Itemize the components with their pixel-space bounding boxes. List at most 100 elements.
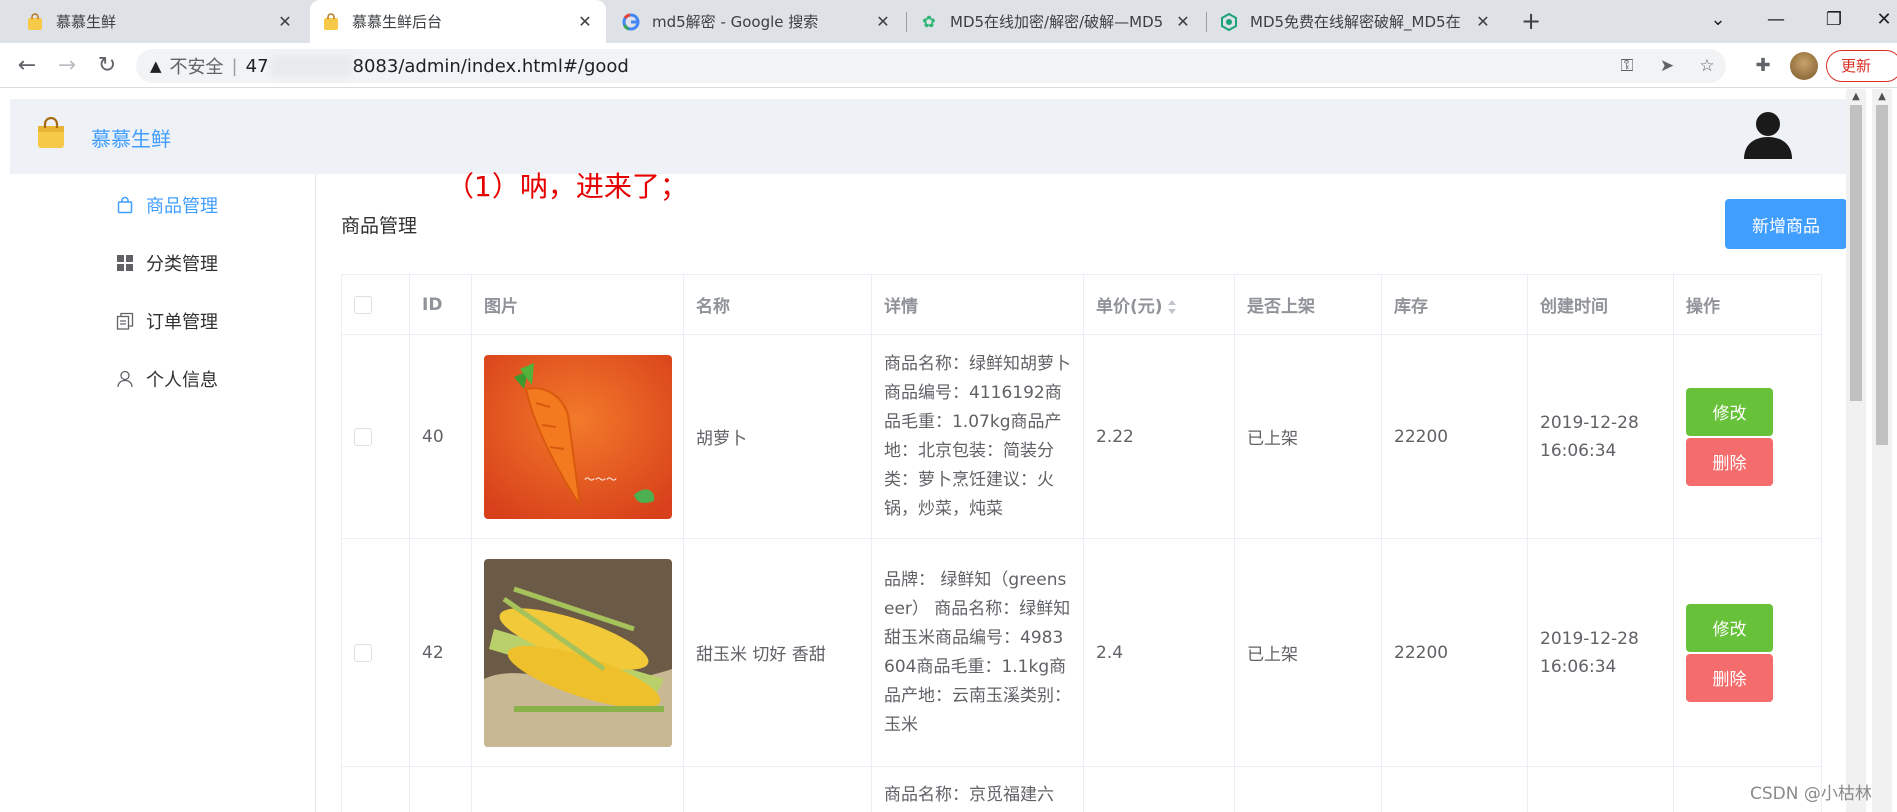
column-header: 详情 [871,274,1084,335]
table-row: 商品名称：京觅福建六 [341,766,1822,812]
tab-md5-free[interactable]: MD5免费在线解密破解_MD5在 ✕ [1208,0,1504,43]
actions-cell: 修改 删除 [1673,538,1822,767]
select-all-checkbox[interactable] [354,295,372,314]
page-scrollbar[interactable]: ▲ [1846,89,1866,812]
outer-scrollbar[interactable]: ▲ [1872,89,1892,812]
id-cell: 42 [409,538,472,767]
url-host-prefix: 47 [245,55,269,77]
sort-icon[interactable] [1167,299,1177,315]
table-row: 40 ～～～ 胡萝卜 商品名称：绿鲜知胡萝卜商品编号：4116192商品毛重：1… [341,334,1822,539]
gear-icon: ✿ [922,12,936,31]
sidebar-item-profile[interactable]: 个人信息 [0,351,315,407]
app-header: 慕慕生鲜 [10,99,1846,174]
star-icon[interactable]: ☆ [1692,49,1722,83]
avatar[interactable] [1790,52,1818,80]
column-header: 库存 [1381,274,1528,335]
detail-cell: 品牌： 绿鲜知（greenseer） 商品名称：绿鲜知甜玉米商品编号：49836… [871,538,1084,767]
address-divider: | [231,55,238,77]
tab-mumu-admin[interactable]: 慕慕生鲜后台 ✕ [310,0,606,43]
add-product-button[interactable]: 新增商品 [1725,199,1847,249]
created-time: 2019-12-28 16:06:34 [1540,412,1639,461]
new-tab-button[interactable]: + [1516,6,1546,36]
carrot-image[interactable]: ～～～ [484,354,672,519]
tab-divider [1206,12,1207,32]
image-cell: ～～～ [471,334,684,539]
column-header: 操作 [1673,274,1822,335]
restore-button[interactable]: ❐ [1806,0,1862,43]
forward-button[interactable]: → [52,51,82,81]
shopping-bag-icon [26,12,44,31]
corn-image[interactable] [484,558,672,747]
send-icon[interactable]: ➤ [1652,49,1682,83]
row-checkbox[interactable] [354,427,372,446]
column-header-price[interactable]: 单价(元) [1083,274,1235,335]
user-avatar-icon[interactable] [1740,109,1796,161]
edit-button[interactable]: 修改 [1686,603,1773,652]
detail-text: 商品名称：京觅福建六 [884,785,1054,805]
image-cell [471,766,684,812]
svg-text:～～～: ～～～ [584,473,617,486]
name-cell [683,766,872,812]
id-cell [409,766,472,812]
id-cell: 40 [409,334,472,539]
detail-text: 品牌： 绿鲜知（greenseer） 商品名称：绿鲜知甜玉米商品编号：49836… [884,569,1071,735]
reload-button[interactable]: ↻ [92,51,122,81]
scroll-up-icon[interactable]: ▲ [1850,91,1862,103]
tab-md5-online[interactable]: ✿ MD5在线加密/解密/破解—MD5 ✕ [908,0,1204,43]
scrollbar-thumb[interactable] [1876,105,1888,445]
delete-button[interactable]: 删除 [1686,437,1773,486]
close-icon[interactable]: ✕ [576,12,594,31]
status-cell [1234,766,1382,812]
sidebar-item-categories[interactable]: 分类管理 [0,235,315,291]
close-icon[interactable]: ✕ [276,12,294,31]
scroll-up-icon[interactable]: ▲ [1876,91,1888,103]
minimize-button[interactable]: — [1748,0,1804,43]
sidebar-item-orders[interactable]: 订单管理 [0,293,315,349]
close-icon[interactable]: ✕ [1474,12,1492,31]
stock-cell: 22200 [1381,538,1528,767]
close-icon[interactable]: ✕ [1174,12,1192,31]
tab-divider [906,12,907,32]
url-path: 8083/admin/index.html#/good [352,55,629,77]
row-checkbox[interactable] [354,643,372,662]
tab-title: md5解密 - Google 搜索 [652,13,819,31]
created-cell [1527,766,1674,812]
close-window-button[interactable]: ✕ [1856,0,1897,43]
column-header: 是否上架 [1234,274,1382,335]
grid-icon [114,252,136,274]
stock-cell [1381,766,1528,812]
detail-cell: 商品名称：京觅福建六 [871,766,1084,812]
red-annotation: （1）呐，进来了； [446,170,688,203]
brand-name[interactable]: 慕慕生鲜 [91,123,171,152]
detail-text: 商品名称：绿鲜知胡萝卜商品编号：4116192商品毛重：1.07kg商品产地：北… [884,353,1071,519]
warning-icon: ▲ [150,57,162,75]
name-cell: 胡萝卜 [683,334,872,539]
shopping-bag-icon [322,12,340,31]
address-bar[interactable]: ▲ 不安全 | 47 8083/admin/index.html#/good ⚿… [136,49,1726,83]
close-icon[interactable]: ✕ [874,12,892,31]
tab-mumu-shop[interactable]: 慕慕生鲜 ✕ [14,0,306,43]
admin-page: 慕慕生鲜 商品管理 分类管理 订单管理 个人信息 （1）呐，进来了； 商品管理 … [0,89,1897,812]
status-cell: 已上架 [1234,334,1382,539]
tab-search-chevron-icon[interactable]: ⌄ [1690,0,1746,43]
page-title: 商品管理 [341,215,418,237]
watermark: CSDN @小枯林 [1750,784,1872,804]
table-header-row: ID 图片 名称 详情 单价(元) 是否上架 库存 创建时间 操作 [341,274,1822,335]
cmd5-icon [1220,12,1238,31]
back-button[interactable]: ← [12,51,42,81]
sidebar-item-label: 个人信息 [146,370,218,391]
column-header: ID [409,274,472,335]
sidebar-item-label: 商品管理 [146,196,218,217]
key-icon[interactable]: ⚿ [1612,49,1642,83]
actions-cell: 修改 删除 [1673,334,1822,539]
column-header: 单价(元) [1096,297,1163,317]
redacted-host [270,55,351,77]
price-cell: 2.4 [1083,538,1235,767]
update-button[interactable]: 更新 [1826,50,1897,82]
sidebar-item-products[interactable]: 商品管理 [0,177,315,233]
tab-google-search[interactable]: md5解密 - Google 搜索 ✕ [610,0,904,43]
scrollbar-thumb[interactable] [1850,105,1862,401]
edit-button[interactable]: 修改 [1686,387,1773,436]
extensions-icon[interactable]: ✚ [1748,51,1778,81]
delete-button[interactable]: 删除 [1686,653,1773,702]
